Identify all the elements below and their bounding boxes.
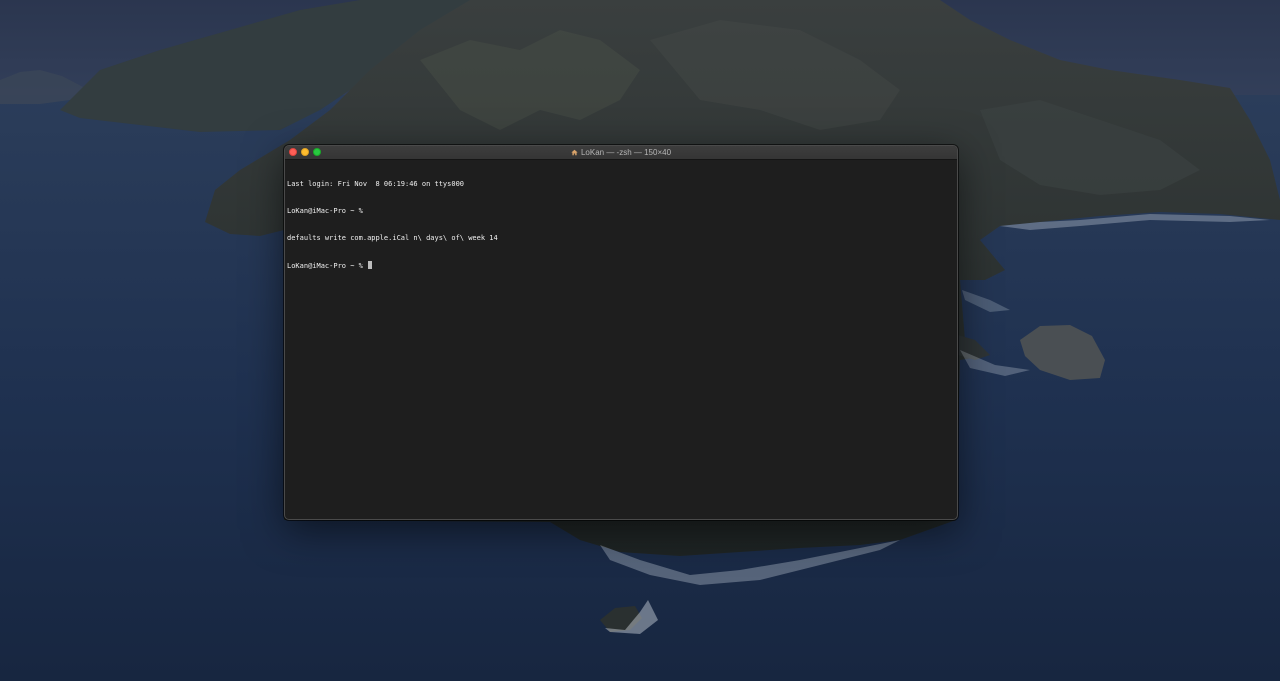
text-cursor: [368, 261, 373, 269]
home-icon: [571, 149, 578, 156]
terminal-prompt: LoKan@iMac-Pro ~ %: [287, 262, 368, 270]
terminal-window[interactable]: LoKan — -zsh — 150×40 Last login: Fri No…: [284, 145, 958, 520]
window-title-text: LoKan — -zsh — 150×40: [580, 148, 672, 157]
terminal-line: LoKan@iMac-Pro ~ %: [287, 207, 363, 215]
terminal-output[interactable]: Last login: Fri Nov 8 06:19:46 on ttys00…: [285, 160, 957, 288]
terminal-line: Last login: Fri Nov 8 06:19:46 on ttys00…: [287, 180, 465, 188]
terminal-prompt-line[interactable]: LoKan@iMac-Pro ~ %: [287, 261, 955, 270]
terminal-line: defaults write com.apple.iCal n\ days\ o…: [287, 234, 498, 242]
desktop: LoKan — -zsh — 150×40 Last login: Fri No…: [0, 0, 1280, 681]
terminal-titlebar[interactable]: LoKan — -zsh — 150×40: [285, 146, 957, 160]
window-title: LoKan — -zsh — 150×40: [285, 146, 957, 159]
